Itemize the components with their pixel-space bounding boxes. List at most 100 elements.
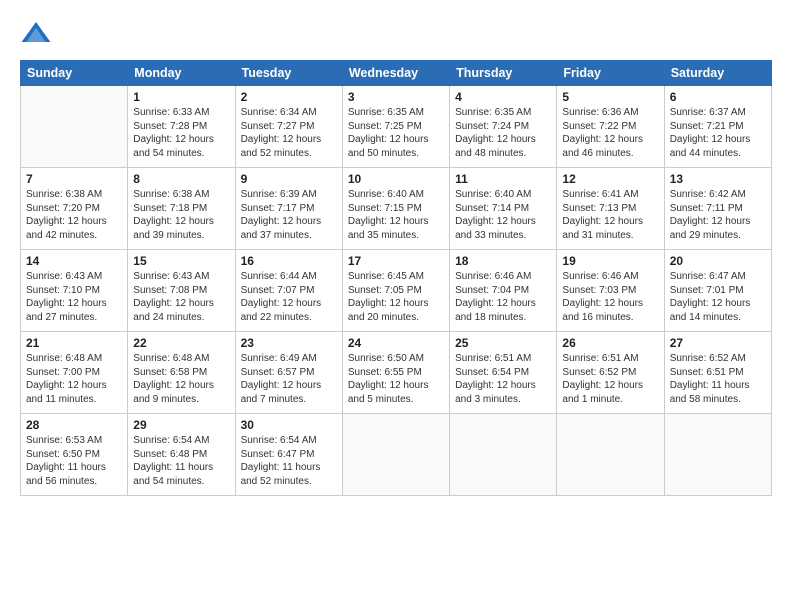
day-info: Sunrise: 6:54 AM Sunset: 6:48 PM Dayligh… [133,434,229,488]
day-info: Sunrise: 6:37 AM Sunset: 7:21 PM Dayligh… [670,106,766,160]
calendar-cell: 15Sunrise: 6:43 AM Sunset: 7:08 PM Dayli… [128,250,235,332]
day-info: Sunrise: 6:36 AM Sunset: 7:22 PM Dayligh… [562,106,658,160]
weekday-header-wednesday: Wednesday [342,61,449,86]
day-number: 26 [562,336,658,350]
day-info: Sunrise: 6:47 AM Sunset: 7:01 PM Dayligh… [670,270,766,324]
day-number: 2 [241,90,337,104]
week-row-1: 1 Sunrise: 6:33 AM Sunset: 7:28 PM Daylig… [21,86,772,168]
day-info: Sunrise: 6:48 AM Sunset: 6:58 PM Dayligh… [133,352,229,406]
calendar-cell: 26 Sunrise: 6:51 AM Sunset: 6:52 PM Dayli… [557,332,664,414]
calendar-cell: 28Sunrise: 6:53 AM Sunset: 6:50 PM Dayli… [21,414,128,496]
day-info: Sunrise: 6:43 AM Sunset: 7:08 PM Dayligh… [133,270,229,324]
day-number: 13 [670,172,766,186]
calendar-cell: 17Sunrise: 6:45 AM Sunset: 7:05 PM Dayli… [342,250,449,332]
calendar-cell: 7 Sunrise: 6:38 AM Sunset: 7:20 PM Daylig… [21,168,128,250]
calendar-cell [664,414,771,496]
day-info: Sunrise: 6:44 AM Sunset: 7:07 PM Dayligh… [241,270,337,324]
calendar-cell: 5Sunrise: 6:36 AM Sunset: 7:22 PM Daylig… [557,86,664,168]
day-info: Sunrise: 6:46 AM Sunset: 7:04 PM Dayligh… [455,270,551,324]
day-info: Sunrise: 6:35 AM Sunset: 7:25 PM Dayligh… [348,106,444,160]
calendar-cell: 19Sunrise: 6:46 AM Sunset: 7:03 PM Dayli… [557,250,664,332]
day-number: 30 [241,418,337,432]
weekday-header-tuesday: Tuesday [235,61,342,86]
day-number: 14 [26,254,122,268]
weekday-header-monday: Monday [128,61,235,86]
day-info: Sunrise: 6:51 AM Sunset: 6:52 PM Dayligh… [562,352,658,406]
day-number: 20 [670,254,766,268]
week-row-2: 7 Sunrise: 6:38 AM Sunset: 7:20 PM Daylig… [21,168,772,250]
calendar-cell [21,86,128,168]
calendar-cell: 8 Sunrise: 6:38 AM Sunset: 7:18 PM Daylig… [128,168,235,250]
calendar-cell: 14 Sunrise: 6:43 AM Sunset: 7:10 PM Dayli… [21,250,128,332]
day-number: 4 [455,90,551,104]
calendar-cell: 1 Sunrise: 6:33 AM Sunset: 7:28 PM Daylig… [128,86,235,168]
day-number: 9 [241,172,337,186]
weekday-header-sunday: Sunday [21,61,128,86]
week-row-3: 14 Sunrise: 6:43 AM Sunset: 7:10 PM Dayli… [21,250,772,332]
day-info: Sunrise: 6:53 AM Sunset: 6:50 PM Dayligh… [26,434,122,488]
day-number: 25 [455,336,551,350]
day-info: Sunrise: 6:51 AM Sunset: 6:54 PM Dayligh… [455,352,551,406]
day-number: 16 [241,254,337,268]
calendar-cell [450,414,557,496]
day-info: Sunrise: 6:39 AM Sunset: 7:17 PM Dayligh… [241,188,337,242]
day-info: Sunrise: 6:46 AM Sunset: 7:03 PM Dayligh… [562,270,658,324]
calendar-cell: 20 Sunrise: 6:47 AM Sunset: 7:01 PM Dayli… [664,250,771,332]
calendar-cell: 11 Sunrise: 6:40 AM Sunset: 7:14 PM Dayli… [450,168,557,250]
day-info: Sunrise: 6:45 AM Sunset: 7:05 PM Dayligh… [348,270,444,324]
calendar-cell: 25 Sunrise: 6:51 AM Sunset: 6:54 PM Dayli… [450,332,557,414]
day-number: 3 [348,90,444,104]
day-number: 11 [455,172,551,186]
day-info: Sunrise: 6:38 AM Sunset: 7:18 PM Dayligh… [133,188,229,242]
day-number: 23 [241,336,337,350]
day-info: Sunrise: 6:41 AM Sunset: 7:13 PM Dayligh… [562,188,658,242]
day-number: 1 [133,90,229,104]
calendar-cell: 3 Sunrise: 6:35 AM Sunset: 7:25 PM Daylig… [342,86,449,168]
logo [20,18,56,50]
calendar-cell: 10 Sunrise: 6:40 AM Sunset: 7:15 PM Dayli… [342,168,449,250]
day-info: Sunrise: 6:50 AM Sunset: 6:55 PM Dayligh… [348,352,444,406]
day-info: Sunrise: 6:40 AM Sunset: 7:15 PM Dayligh… [348,188,444,242]
day-number: 27 [670,336,766,350]
calendar: SundayMondayTuesdayWednesdayThursdayFrid… [20,60,772,496]
day-number: 6 [670,90,766,104]
day-info: Sunrise: 6:54 AM Sunset: 6:47 PM Dayligh… [241,434,337,488]
day-info: Sunrise: 6:40 AM Sunset: 7:14 PM Dayligh… [455,188,551,242]
calendar-cell: 29Sunrise: 6:54 AM Sunset: 6:48 PM Dayli… [128,414,235,496]
day-number: 7 [26,172,122,186]
day-info: Sunrise: 6:35 AM Sunset: 7:24 PM Dayligh… [455,106,551,160]
calendar-cell: 4 Sunrise: 6:35 AM Sunset: 7:24 PM Daylig… [450,86,557,168]
calendar-cell: 12 Sunrise: 6:41 AM Sunset: 7:13 PM Dayli… [557,168,664,250]
calendar-cell: 9 Sunrise: 6:39 AM Sunset: 7:17 PM Daylig… [235,168,342,250]
day-number: 18 [455,254,551,268]
calendar-cell: 22 Sunrise: 6:48 AM Sunset: 6:58 PM Dayli… [128,332,235,414]
day-info: Sunrise: 6:49 AM Sunset: 6:57 PM Dayligh… [241,352,337,406]
logo-icon [20,18,52,50]
day-number: 21 [26,336,122,350]
day-number: 24 [348,336,444,350]
day-number: 10 [348,172,444,186]
day-number: 12 [562,172,658,186]
day-number: 22 [133,336,229,350]
weekday-header-saturday: Saturday [664,61,771,86]
weekday-header-friday: Friday [557,61,664,86]
calendar-cell: 21 Sunrise: 6:48 AM Sunset: 7:00 PM Dayli… [21,332,128,414]
day-info: Sunrise: 6:33 AM Sunset: 7:28 PM Dayligh… [133,106,229,160]
day-info: Sunrise: 6:43 AM Sunset: 7:10 PM Dayligh… [26,270,122,324]
week-row-4: 21 Sunrise: 6:48 AM Sunset: 7:00 PM Dayli… [21,332,772,414]
day-info: Sunrise: 6:38 AM Sunset: 7:20 PM Dayligh… [26,188,122,242]
calendar-cell: 13Sunrise: 6:42 AM Sunset: 7:11 PM Dayli… [664,168,771,250]
day-number: 8 [133,172,229,186]
day-info: Sunrise: 6:52 AM Sunset: 6:51 PM Dayligh… [670,352,766,406]
calendar-cell: 30 Sunrise: 6:54 AM Sunset: 6:47 PM Dayli… [235,414,342,496]
calendar-cell: 2 Sunrise: 6:34 AM Sunset: 7:27 PM Daylig… [235,86,342,168]
calendar-cell: 18 Sunrise: 6:46 AM Sunset: 7:04 PM Dayli… [450,250,557,332]
calendar-cell: 27 Sunrise: 6:52 AM Sunset: 6:51 PM Dayli… [664,332,771,414]
weekday-header-thursday: Thursday [450,61,557,86]
day-info: Sunrise: 6:34 AM Sunset: 7:27 PM Dayligh… [241,106,337,160]
week-row-5: 28Sunrise: 6:53 AM Sunset: 6:50 PM Dayli… [21,414,772,496]
day-info: Sunrise: 6:48 AM Sunset: 7:00 PM Dayligh… [26,352,122,406]
calendar-cell [557,414,664,496]
calendar-cell [342,414,449,496]
header [20,18,772,50]
